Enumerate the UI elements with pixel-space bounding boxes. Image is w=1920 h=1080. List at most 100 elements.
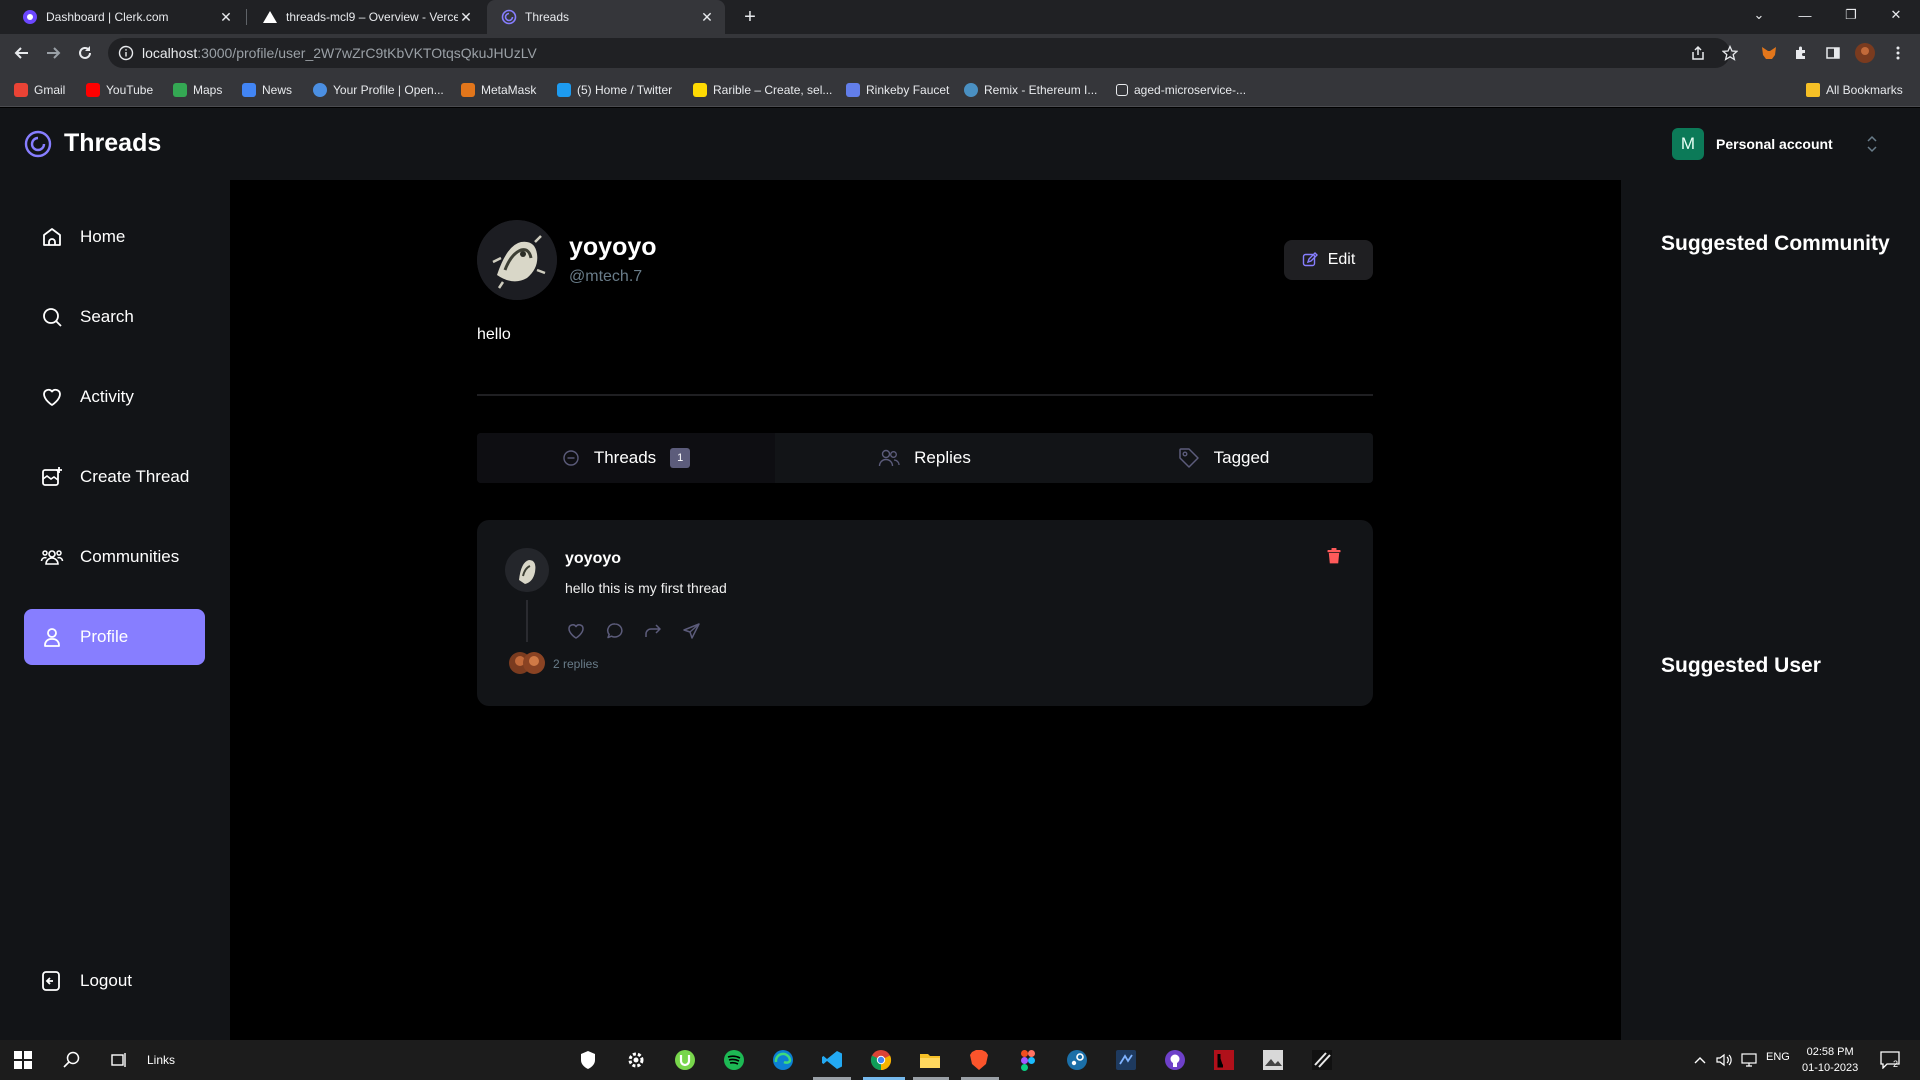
all-bookmarks[interactable]: All Bookmarks bbox=[1806, 81, 1903, 99]
delete-thread-button[interactable] bbox=[1327, 548, 1341, 564]
close-tab-icon[interactable]: ✕ bbox=[458, 9, 474, 25]
nav-activity[interactable]: Activity bbox=[24, 369, 205, 425]
bookmark-label: Rinkeby Faucet bbox=[866, 83, 950, 97]
need-for-speed-icon[interactable] bbox=[1310, 1048, 1334, 1072]
chevron-up-down-icon bbox=[1867, 135, 1877, 153]
taskbar-search-icon[interactable] bbox=[60, 1048, 84, 1072]
taskbar-links-toolbar[interactable]: Links bbox=[147, 1053, 175, 1067]
nav-label: Create Thread bbox=[80, 467, 190, 486]
nav-create-thread[interactable]: Create Thread bbox=[24, 449, 205, 505]
tab-title: Dashboard | Clerk.com bbox=[46, 10, 169, 24]
edit-profile-button[interactable]: Edit bbox=[1284, 240, 1373, 280]
logo[interactable]: Threads bbox=[24, 129, 161, 158]
tag-icon bbox=[1178, 448, 1199, 468]
nav-home[interactable]: Home bbox=[24, 209, 205, 265]
repost-button[interactable] bbox=[642, 620, 664, 642]
figma-icon[interactable] bbox=[1016, 1048, 1040, 1072]
replies-count[interactable]: 2 replies bbox=[553, 657, 598, 671]
steam-icon[interactable] bbox=[1065, 1048, 1089, 1072]
reply-bubble-icon bbox=[607, 623, 623, 639]
nav-profile[interactable]: Profile bbox=[24, 609, 205, 665]
image-app-icon[interactable] bbox=[1261, 1048, 1285, 1072]
home-icon bbox=[43, 228, 61, 246]
tab-search-icon[interactable]: ⌄ bbox=[1737, 0, 1781, 30]
metamask-extension-icon[interactable] bbox=[1759, 43, 1779, 63]
minimize-button[interactable]: — bbox=[1783, 0, 1827, 30]
bookmark-maps[interactable]: Maps bbox=[173, 81, 222, 99]
bookmark-metamask[interactable]: MetaMask bbox=[461, 81, 536, 99]
utorrent-icon[interactable] bbox=[673, 1048, 697, 1072]
tab-clerk[interactable]: Dashboard | Clerk.com ✕ bbox=[8, 0, 244, 34]
volume-icon[interactable] bbox=[1712, 1048, 1736, 1072]
network-icon[interactable] bbox=[1737, 1048, 1761, 1072]
brave-icon[interactable] bbox=[967, 1048, 991, 1072]
like-button[interactable] bbox=[565, 620, 587, 642]
tab-tagged[interactable]: Tagged bbox=[1074, 433, 1373, 483]
new-tab-button[interactable]: + bbox=[738, 5, 762, 29]
windows-start-icon[interactable] bbox=[11, 1048, 35, 1072]
language-indicator[interactable]: ENG bbox=[1766, 1051, 1790, 1063]
bookmark-remix[interactable]: Remix - Ethereum I... bbox=[964, 81, 1097, 99]
close-tab-icon[interactable]: ✕ bbox=[699, 9, 715, 25]
reply-button[interactable] bbox=[604, 620, 626, 642]
tab-replies[interactable]: Replies bbox=[775, 433, 1074, 483]
clock[interactable]: 02:58 PM 01-10-2023 bbox=[1802, 1044, 1858, 1076]
side-panel-icon[interactable] bbox=[1823, 43, 1843, 63]
profile-avatar-icon[interactable] bbox=[1855, 43, 1875, 63]
github-desktop-icon[interactable] bbox=[1163, 1048, 1187, 1072]
app-window-icon[interactable] bbox=[1114, 1048, 1138, 1072]
task-view-icon[interactable] bbox=[107, 1048, 131, 1072]
settings-gear-icon[interactable] bbox=[624, 1048, 648, 1072]
threads-logo-icon bbox=[24, 130, 52, 157]
chrome-menu-icon[interactable] bbox=[1888, 43, 1908, 63]
profile-name: yoyoyo bbox=[569, 233, 657, 261]
tab-threads[interactable]: Threads 1 bbox=[477, 433, 775, 483]
suggested-user-heading: Suggested User bbox=[1661, 654, 1821, 677]
bookmark-openai-profile[interactable]: Your Profile | Open... bbox=[313, 81, 444, 99]
page-icon bbox=[1116, 84, 1128, 96]
windows-security-icon[interactable] bbox=[576, 1048, 600, 1072]
info-icon[interactable] bbox=[118, 45, 134, 61]
spotify-icon[interactable] bbox=[722, 1048, 746, 1072]
edge-icon[interactable] bbox=[771, 1048, 795, 1072]
communities-icon bbox=[40, 550, 64, 565]
bookmark-youtube[interactable]: YouTube bbox=[86, 81, 153, 99]
extensions-puzzle-icon[interactable] bbox=[1791, 43, 1811, 63]
create-icon bbox=[42, 467, 62, 486]
vscode-icon[interactable] bbox=[820, 1048, 844, 1072]
clock-date: 01-10-2023 bbox=[1802, 1062, 1859, 1074]
restore-button[interactable]: ❐ bbox=[1829, 0, 1873, 30]
bookmark-star-icon[interactable] bbox=[1720, 43, 1740, 63]
reply-avatars-icon bbox=[509, 652, 545, 674]
twitter-icon bbox=[557, 83, 571, 97]
close-tab-icon[interactable]: ✕ bbox=[218, 9, 234, 25]
bookmark-aged-microservice[interactable]: aged-microservice-... bbox=[1116, 81, 1246, 99]
bookmark-news[interactable]: News bbox=[242, 81, 292, 99]
bookmark-rarible[interactable]: Rarible – Create, sel... bbox=[693, 81, 832, 99]
bookmark-rinkeby[interactable]: Rinkeby Faucet bbox=[846, 81, 949, 99]
reload-icon bbox=[79, 46, 91, 59]
share-button[interactable] bbox=[681, 620, 703, 642]
share-icon[interactable] bbox=[1688, 43, 1708, 63]
back-button[interactable] bbox=[10, 41, 34, 65]
url-bar[interactable]: localhost:3000/profile/user_2W7wZrC9tKbV… bbox=[108, 38, 1730, 68]
close-window-button[interactable]: ✕ bbox=[1874, 0, 1918, 30]
bookmark-gmail[interactable]: Gmail bbox=[14, 81, 65, 99]
notifications-icon[interactable] bbox=[1878, 1048, 1902, 1072]
nav-communities[interactable]: Communities bbox=[24, 529, 205, 585]
show-hidden-icons[interactable] bbox=[1688, 1048, 1712, 1072]
media-app-icon[interactable] bbox=[1212, 1048, 1236, 1072]
file-explorer-icon[interactable] bbox=[918, 1048, 942, 1072]
tab-threads[interactable]: Threads ✕ bbox=[487, 0, 725, 34]
bookmark-label: MetaMask bbox=[481, 83, 537, 97]
thread-author-name[interactable]: yoyoyo bbox=[565, 550, 621, 568]
thread-author-avatar[interactable] bbox=[505, 548, 549, 592]
reload-button[interactable] bbox=[73, 41, 97, 65]
nav-search[interactable]: Search bbox=[24, 289, 205, 345]
tab-vercel[interactable]: threads-mcl9 – Overview - Verce ✕ bbox=[248, 0, 484, 34]
chrome-icon[interactable] bbox=[869, 1048, 893, 1072]
organization-switcher[interactable]: M Personal account bbox=[1672, 128, 1877, 160]
nav-logout[interactable]: Logout bbox=[24, 953, 205, 1009]
forward-button[interactable] bbox=[41, 41, 65, 65]
bookmark-twitter[interactable]: (5) Home / Twitter bbox=[557, 81, 672, 99]
